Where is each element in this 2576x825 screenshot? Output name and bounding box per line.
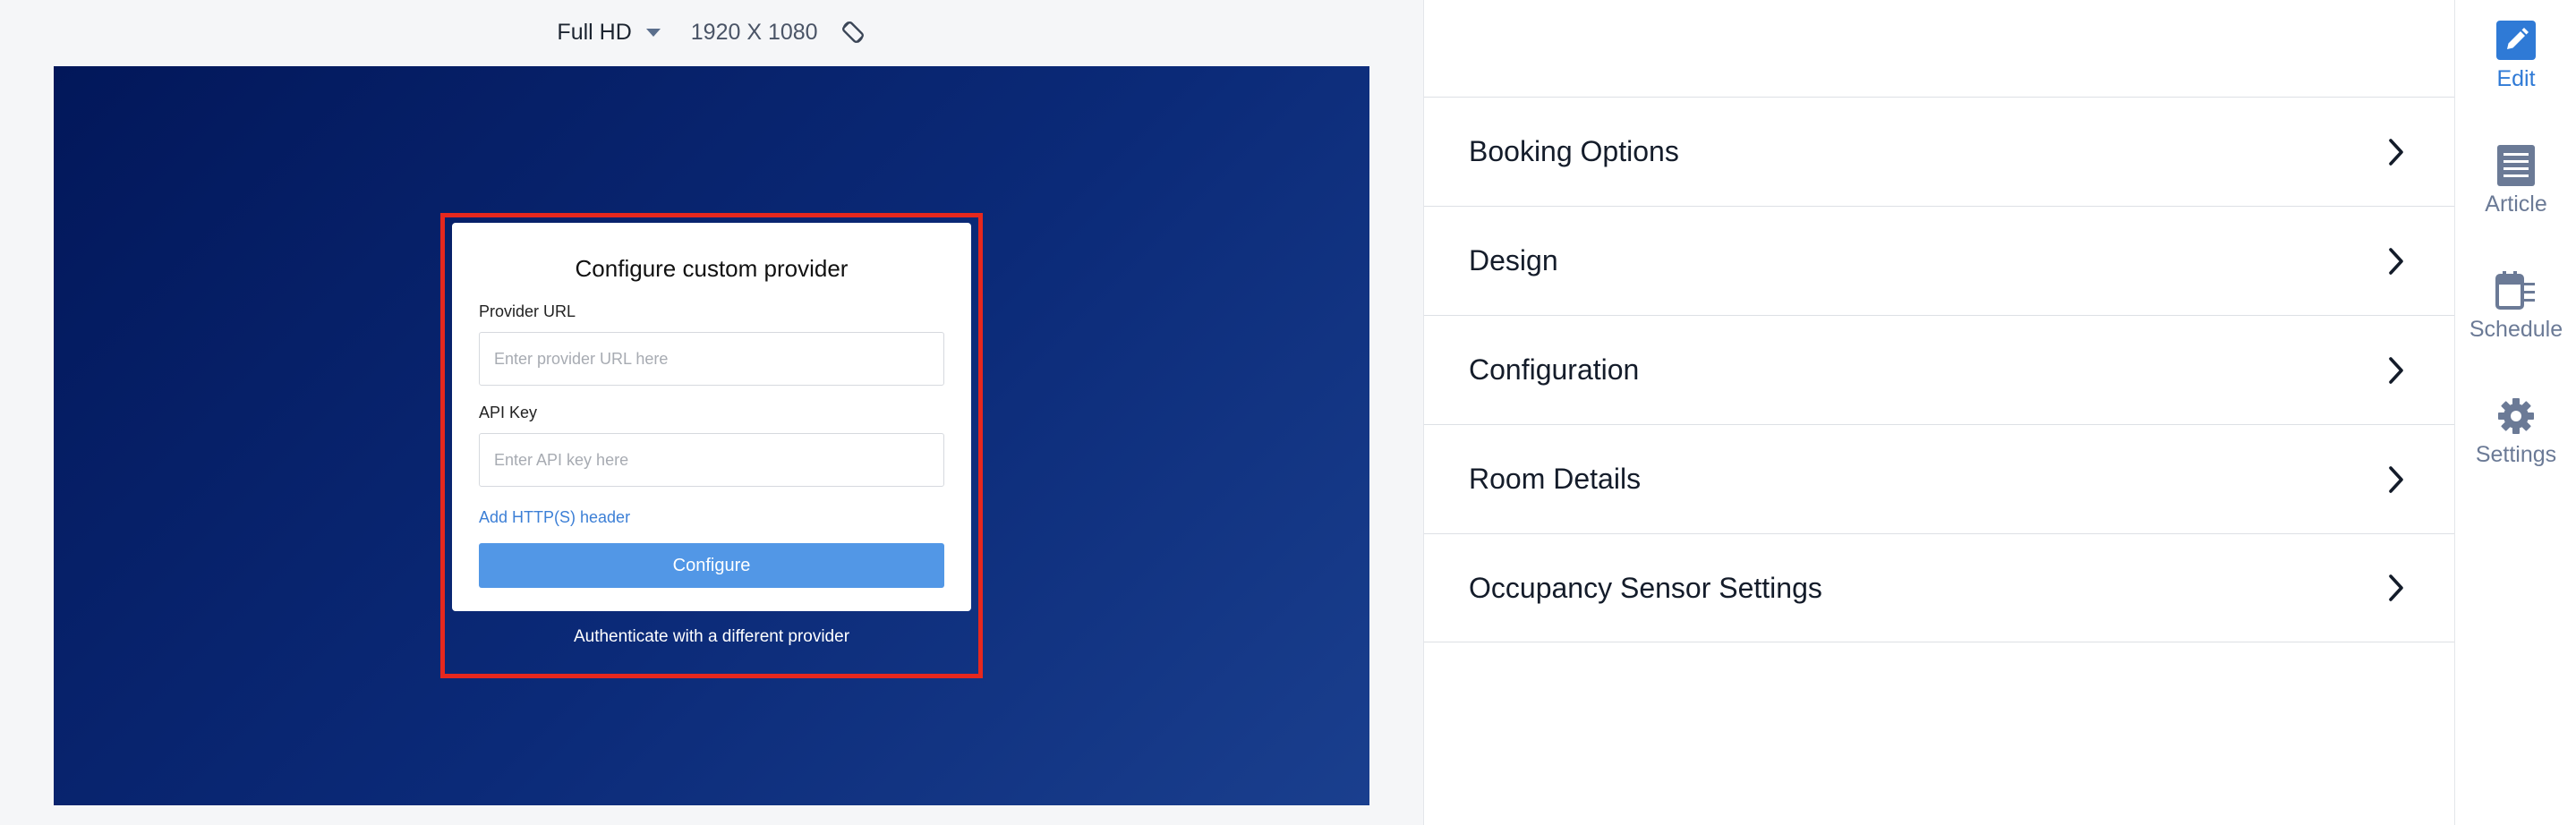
article-icon [2495, 145, 2537, 186]
chevron-down-icon [645, 28, 661, 37]
accordion-label: Design [1469, 244, 1558, 276]
configure-provider-dialog: Configure custom provider Provider URL A… [452, 223, 971, 611]
accordion-item-design[interactable]: Design [1424, 206, 2454, 315]
sidebar-item-label: Article [2485, 191, 2547, 217]
gear-icon [2495, 395, 2537, 437]
chevron-right-icon [2384, 353, 2408, 387]
device-preview-screen: Configure custom provider Provider URL A… [54, 66, 1369, 805]
accordion-item-occupancy-sensor-settings[interactable]: Occupancy Sensor Settings [1424, 533, 2454, 642]
accordion-label: Room Details [1469, 463, 1642, 495]
provider-url-label: Provider URL [479, 302, 576, 320]
sidebar-item-settings[interactable]: Settings [2455, 395, 2576, 468]
chevron-right-icon [2384, 571, 2408, 605]
accordion-item-room-details[interactable]: Room Details [1424, 424, 2454, 533]
sidebar-item-label: Schedule [2469, 317, 2563, 342]
resolution-dimensions: 1920 X 1080 [690, 19, 818, 45]
api-key-input[interactable] [479, 433, 944, 487]
alt-provider-link[interactable]: Authenticate with a different provider [445, 627, 978, 647]
sidebar-item-label: Edit [2496, 66, 2536, 91]
schedule-icon [2495, 270, 2537, 311]
chevron-right-icon [2384, 244, 2408, 278]
chevron-right-icon [2384, 463, 2408, 497]
accordion-label: Booking Options [1469, 135, 1679, 167]
accordion-label: Occupancy Sensor Settings [1469, 571, 1822, 604]
api-key-label: API Key [479, 404, 538, 421]
resolution-name: Full HD [557, 19, 632, 45]
configure-button[interactable]: Configure [479, 543, 944, 588]
sidebar-item-schedule[interactable]: Schedule [2455, 270, 2576, 343]
accordion-label: Configuration [1469, 353, 1640, 386]
dialog-title: Configure custom provider [575, 255, 849, 282]
add-http-header-link[interactable]: Add HTTP(S) header [479, 508, 944, 527]
edit-icon [2495, 20, 2537, 61]
sidebar-item-label: Settings [2475, 442, 2557, 467]
accordion-item-booking-options[interactable]: Booking Options [1424, 97, 2454, 206]
provider-url-input[interactable] [479, 332, 944, 386]
rotate-icon[interactable] [840, 19, 866, 46]
preview-toolbar: Full HD 1920 X 1080 [0, 0, 1423, 64]
highlight-frame: Configure custom provider Provider URL A… [440, 213, 983, 678]
sidebar-item-edit[interactable]: Edit [2455, 20, 2576, 92]
settings-accordion: Booking Options Design Configuration Roo… [1424, 97, 2454, 642]
resolution-select[interactable]: Full HD [557, 20, 678, 46]
icon-sidebar: Edit Article Schedule Settings [2454, 0, 2576, 825]
settings-panel: Booking Options Design Configuration Roo… [1423, 0, 2454, 825]
chevron-right-icon [2384, 135, 2408, 169]
accordion-item-configuration[interactable]: Configuration [1424, 315, 2454, 424]
preview-area: Full HD 1920 X 1080 Configure custom pro… [0, 0, 1423, 825]
sidebar-item-article[interactable]: Article [2455, 145, 2576, 217]
